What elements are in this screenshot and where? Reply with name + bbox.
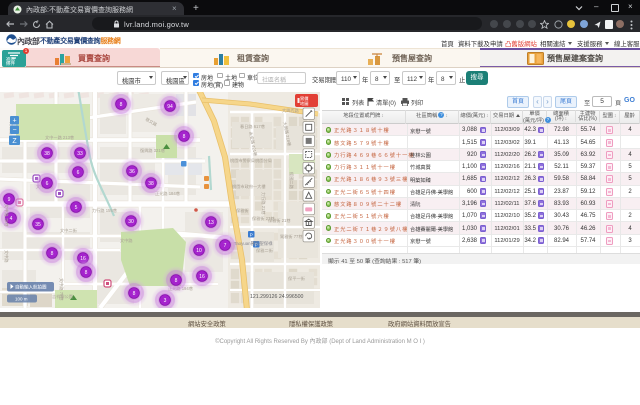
svg-text:+: + [12, 118, 16, 125]
svg-text:文中路 75巷: 文中路 75巷 [3, 204, 10, 227]
svg-text:復興路 321巷: 復興路 321巷 [140, 147, 166, 154]
svg-text:38: 38 [44, 151, 50, 157]
svg-text:94: 94 [167, 104, 173, 110]
svg-text:Taoyuan醫院聖保祿: Taoyuan醫院聖保祿 [234, 240, 273, 247]
svg-text:8: 8 [120, 102, 123, 108]
svg-text:貿雅街 77巷: 貿雅街 77巷 [280, 233, 303, 240]
svg-text:9: 9 [8, 197, 11, 203]
svg-text:30: 30 [128, 219, 134, 225]
svg-text:自動輸入航拍圖: 自動輸入航拍圖 [15, 284, 47, 291]
svg-text:桃園市警察局桃園分局: 桃園市警察局桃園分局 [230, 157, 272, 164]
svg-text:13: 13 [208, 220, 214, 226]
svg-text:8: 8 [183, 134, 186, 140]
svg-text:8: 8 [85, 270, 88, 276]
svg-text:33: 33 [77, 151, 83, 157]
svg-text:3: 3 [164, 298, 167, 304]
svg-text:春日路 617巷: 春日路 617巷 [240, 123, 266, 130]
svg-text:8: 8 [175, 278, 178, 284]
svg-text:保雅二街: 保雅二街 [256, 247, 273, 254]
svg-text:力行路 158巷: 力行路 158巷 [92, 207, 118, 214]
svg-text:Z: Z [12, 138, 17, 145]
svg-text:經國二路: 經國二路 [288, 172, 295, 190]
svg-text:地圖: 地圖 [300, 100, 308, 107]
svg-text:文中路 75巷: 文中路 75巷 [58, 278, 65, 301]
svg-text:保雅街 21巷: 保雅街 21巷 [268, 217, 291, 224]
svg-text:35: 35 [35, 222, 41, 228]
svg-text:10: 10 [196, 248, 202, 254]
svg-text:6: 6 [77, 170, 80, 176]
svg-text:文中路: 文中路 [120, 237, 133, 244]
svg-text:8: 8 [133, 291, 136, 297]
svg-text:文中二街: 文中二街 [60, 227, 77, 234]
svg-text:121.299126 24.996500: 121.299126 24.996500 [250, 294, 303, 300]
svg-text:P: P [250, 232, 253, 238]
svg-text:4: 4 [10, 216, 13, 222]
svg-text:36: 36 [129, 169, 135, 175]
svg-text:5: 5 [75, 205, 78, 211]
svg-text:6: 6 [46, 181, 49, 187]
svg-text:力行路 21巷: 力行路 21巷 [260, 192, 267, 215]
svg-text:保雅街: 保雅街 [236, 207, 249, 214]
svg-text:38: 38 [148, 181, 154, 187]
svg-text:16: 16 [199, 274, 205, 280]
svg-text:桃園市政府一大樓: 桃園市政府一大樓 [232, 183, 266, 190]
svg-text:−: − [12, 127, 16, 134]
svg-text:文中路: 文中路 [3, 250, 10, 263]
svg-text:8: 8 [51, 251, 54, 257]
svg-text:7: 7 [224, 243, 227, 249]
svg-text:保平一街: 保平一街 [288, 275, 305, 282]
svg-text:大興西路: 大興西路 [282, 107, 300, 114]
svg-text:100 m: 100 m [15, 296, 28, 301]
